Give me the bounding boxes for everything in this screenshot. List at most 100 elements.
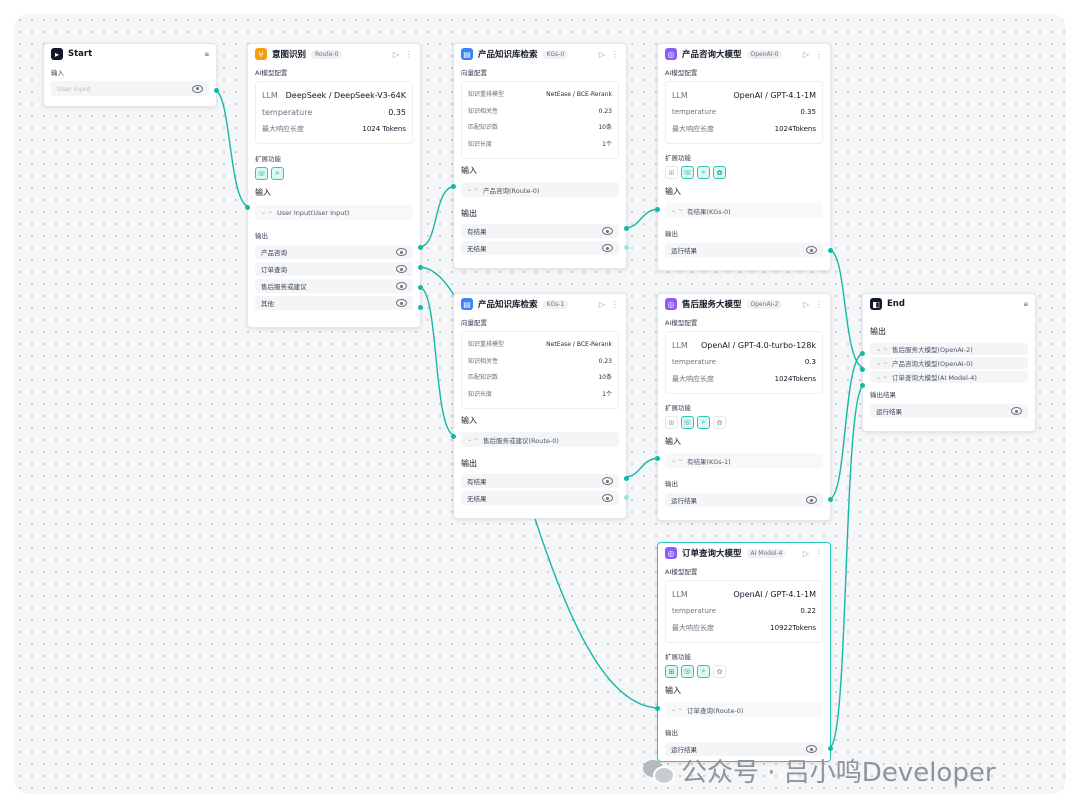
- lock-icon[interactable]: 🔒︎: [205, 49, 209, 59]
- eye-icon[interactable]: [192, 84, 203, 93]
- phone-tool-icon[interactable]: ☏: [681, 416, 694, 429]
- phone-tool-icon[interactable]: ☏: [681, 166, 694, 179]
- plugin-tool-icon[interactable]: ✿: [713, 166, 726, 179]
- llm2-node[interactable]: ◎ 售后服务大模型 OpenAI-2 ▷ ⋮ AI模型配置 LLM OpenAI /…: [655, 293, 833, 521]
- kb0-node[interactable]: ▤ 产品知识库检索 KGs-0 ▷ ⋮ 向量配置 知识重排模型 NetEase / …: [451, 43, 629, 269]
- play-icon[interactable]: ▷: [803, 50, 809, 59]
- route-node[interactable]: ⑂ 意图识别 Route-0 ▷ ⋮ AI模型配置 LLM DeepSeek / D…: [245, 43, 423, 328]
- input-handle[interactable]: [655, 456, 660, 461]
- input-field[interactable]: ⌄ ~ 有结果(KGs-0): [665, 203, 823, 218]
- tree-tool-icon[interactable]: ⊞: [665, 166, 678, 179]
- vector-config[interactable]: 知识重排模型 NetEase / BCE-Rerank 知识相关性 0.23 匹配知…: [461, 81, 619, 159]
- model-config[interactable]: LLM OpenAI / GPT-4.1-1M temperature 0.22 最…: [665, 580, 823, 643]
- output-row[interactable]: 有结果: [461, 224, 619, 238]
- model-config[interactable]: LLM OpenAI / GPT-4.1-1M temperature 0.35 最…: [665, 81, 823, 144]
- phone-tool-icon[interactable]: ☏: [255, 167, 268, 180]
- output-handle[interactable]: [418, 265, 423, 270]
- more-icon[interactable]: ⋮: [815, 300, 823, 309]
- eye-icon[interactable]: [806, 246, 817, 254]
- output-row[interactable]: 无结果: [461, 491, 619, 505]
- output-row[interactable]: 售后服务或建议: [255, 279, 413, 293]
- output-row[interactable]: 运行结果: [665, 493, 823, 507]
- llm0-node[interactable]: ◎ 产品咨询大模型 OpenAI-0 ▷ ⋮ AI模型配置 LLM OpenAI /…: [655, 43, 833, 271]
- eye-icon[interactable]: [602, 494, 613, 502]
- play-icon[interactable]: ▷: [803, 300, 809, 309]
- node-title: 产品咨询大模型: [682, 50, 742, 60]
- more-icon[interactable]: ⋮: [611, 50, 619, 59]
- more-icon[interactable]: ⋮: [815, 50, 823, 59]
- output-row[interactable]: 运行结果: [665, 243, 823, 257]
- plugin-tool-icon[interactable]: ✿: [713, 416, 726, 429]
- output-row[interactable]: 运行结果: [870, 404, 1028, 418]
- output-handle[interactable]: [624, 476, 629, 481]
- more-icon[interactable]: ⋮: [611, 300, 619, 309]
- output-row[interactable]: 其他: [255, 296, 413, 310]
- play-icon[interactable]: ▷: [599, 50, 605, 59]
- input-handle[interactable]: [245, 205, 250, 210]
- tree-tool-icon[interactable]: ⊞: [665, 416, 678, 429]
- eye-icon[interactable]: [396, 299, 407, 307]
- output-handle[interactable]: [624, 495, 629, 500]
- search-tool-icon[interactable]: ⌕: [271, 167, 284, 180]
- input-handle[interactable]: [451, 434, 456, 439]
- input-handle[interactable]: [451, 184, 456, 189]
- play-icon[interactable]: ▷: [803, 549, 809, 558]
- input-handle[interactable]: [860, 383, 865, 388]
- eye-icon[interactable]: [602, 244, 613, 252]
- input-handle[interactable]: [860, 351, 865, 356]
- kb1-node[interactable]: ▤ 产品知识库检索 KGs-1 ▷ ⋮ 向量配置 知识重排模型 NetEase / …: [451, 293, 629, 519]
- more-icon[interactable]: ⋮: [815, 549, 823, 558]
- output-source[interactable]: ⌄ ~ 产品咨询大模型(OpenAI-0): [870, 357, 1028, 369]
- lock-icon[interactable]: 🔒︎: [1024, 299, 1028, 309]
- output-handle[interactable]: [418, 285, 423, 290]
- output-source[interactable]: ⌄ ~ 售后服务大模型(OpenAI-2): [870, 343, 1028, 355]
- input-field[interactable]: ⌄ ~ 有结果(KGs-1): [665, 453, 823, 468]
- node-badge: AI Model-4: [746, 548, 787, 558]
- output-handle[interactable]: [624, 226, 629, 231]
- eye-icon[interactable]: [806, 496, 817, 504]
- output-handle[interactable]: [418, 245, 423, 250]
- input-field[interactable]: ⌄ ~ 订单查询(Route-0): [665, 702, 823, 717]
- output-label: 输出: [665, 230, 678, 238]
- output-handle[interactable]: [828, 497, 833, 502]
- output-handle[interactable]: [828, 248, 833, 253]
- eye-icon[interactable]: [1011, 407, 1022, 415]
- eye-icon[interactable]: [396, 265, 407, 273]
- play-icon[interactable]: ▷: [599, 300, 605, 309]
- model-config[interactable]: LLM OpenAI / GPT-4.0-turbo-128k temperatu…: [665, 331, 823, 394]
- output-row[interactable]: 无结果: [461, 241, 619, 255]
- search-tool-icon[interactable]: ⌕: [697, 166, 710, 179]
- eye-icon[interactable]: [602, 227, 613, 235]
- output-source[interactable]: ⌄ ~ 订单查询大模型(AI Model-4): [870, 371, 1028, 383]
- output-handle[interactable]: [624, 245, 629, 250]
- eye-icon[interactable]: [396, 282, 407, 290]
- phone-tool-icon[interactable]: ☏: [681, 665, 694, 678]
- tree-tool-icon[interactable]: ⊞: [665, 665, 678, 678]
- output-row[interactable]: 订单查询: [255, 262, 413, 276]
- eye-icon[interactable]: [396, 248, 407, 256]
- input-handle[interactable]: [655, 706, 660, 711]
- end-node[interactable]: ◧ End 🔒︎ 输出 ⌄ ~ 售后服务大模型(OpenAI-2) ⌄ ~ 产品咨询…: [860, 293, 1036, 432]
- more-icon[interactable]: ⋮: [405, 50, 413, 59]
- output-handle[interactable]: [418, 305, 423, 310]
- model-config[interactable]: LLM DeepSeek / DeepSeek-V3-64K temperatur…: [255, 81, 413, 144]
- search-tool-icon[interactable]: ⌕: [697, 416, 710, 429]
- eye-icon[interactable]: [602, 477, 613, 485]
- input-field[interactable]: ⌄ ~ 产品咨询(Route-0): [461, 182, 619, 197]
- play-icon[interactable]: ▷: [393, 50, 399, 59]
- output-handle[interactable]: [828, 746, 833, 751]
- output-row[interactable]: 产品咨询: [255, 245, 413, 259]
- input-field[interactable]: ⌄ ~ User Input(User Input): [255, 205, 413, 220]
- user-input-field[interactable]: User Input: [51, 81, 209, 96]
- input-handle[interactable]: [860, 367, 865, 372]
- start-node[interactable]: ▸ Start 🔒︎ 输入 User Input: [43, 43, 219, 107]
- search-tool-icon[interactable]: ⌕: [697, 665, 710, 678]
- output-row[interactable]: 有结果: [461, 474, 619, 488]
- input-handle[interactable]: [655, 207, 660, 212]
- plugin-tool-icon[interactable]: ✿: [713, 665, 726, 678]
- llm4-node[interactable]: ◎ 订单查询大模型 AI Model-4 ▷ ⋮ AI模型配置 LLM OpenAI…: [655, 542, 833, 762]
- input-field[interactable]: ⌄ ~ 售后服务或建议(Route-0): [461, 432, 619, 447]
- node-title: 产品知识库检索: [478, 50, 538, 60]
- output-handle[interactable]: [214, 88, 219, 93]
- vector-config[interactable]: 知识重排模型 NetEase / BCE-Rerank 知识相关性 0.23 匹配知…: [461, 331, 619, 409]
